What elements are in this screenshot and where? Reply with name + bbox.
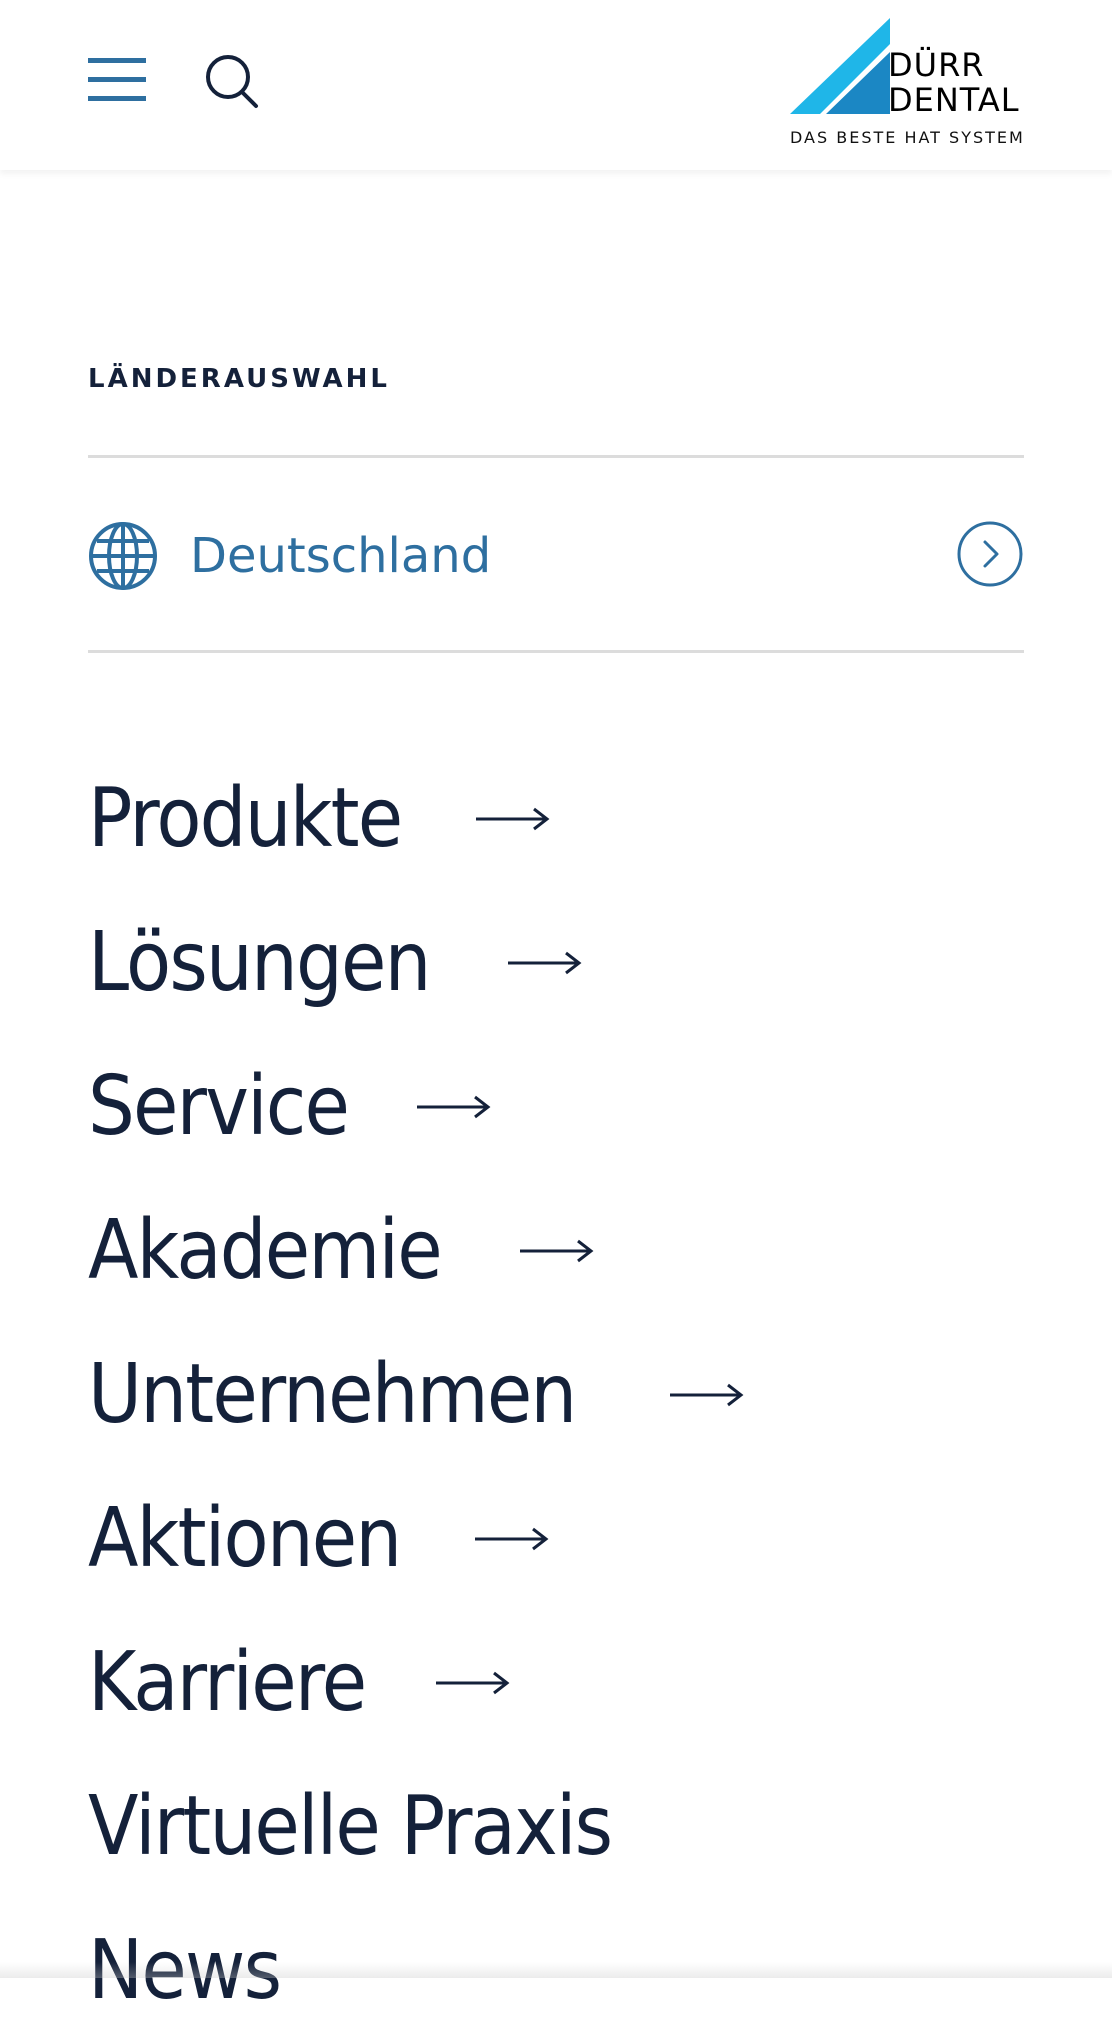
arrow-right-icon [475, 1527, 549, 1551]
country-section-label: LÄNDERAUSWAHL [88, 364, 390, 394]
nav-item-label: Produkte [88, 771, 403, 866]
nav-item-akademie[interactable]: Akademie [88, 1196, 594, 1306]
header: DÜRR DENTAL DAS BESTE HAT SYSTEM [0, 0, 1112, 170]
logo-word-dental: DENTAL [888, 81, 1020, 119]
menu-button[interactable] [86, 52, 150, 108]
logo-mark-icon [790, 18, 890, 114]
scroll-shadow [0, 1962, 1112, 1978]
chevron-right-circle-icon [957, 521, 1023, 587]
nav-item-virtuelle-praxis[interactable]: Virtuelle Praxis [88, 1772, 669, 1882]
nav-item-produkte[interactable]: Produkte [88, 764, 550, 874]
nav-item-label: Lösungen [88, 915, 431, 1010]
globe-icon [89, 522, 157, 590]
nav-item-aktionen[interactable]: Aktionen [88, 1484, 549, 1594]
nav-item-loesungen[interactable]: Lösungen [88, 908, 582, 1018]
arrow-right-icon [436, 1671, 510, 1695]
arrow-right-icon [476, 807, 550, 831]
arrow-right-icon [507, 951, 582, 975]
arrow-right-icon [520, 1239, 594, 1263]
nav-item-service[interactable]: Service [88, 1052, 491, 1162]
nav-item-karriere[interactable]: Karriere [88, 1628, 510, 1738]
logo-word-durr: DÜRR [888, 46, 985, 84]
nav-item-label: Karriere [88, 1635, 367, 1730]
nav-item-label: Aktionen [88, 1491, 402, 1586]
hamburger-menu-icon [88, 58, 146, 101]
search-button[interactable] [202, 52, 262, 112]
nav-item-label: Service [88, 1059, 350, 1154]
nav-item-label: Virtuelle Praxis [88, 1779, 613, 1874]
logo-tagline: DAS BESTE HAT SYSTEM [790, 128, 1025, 147]
country-selector[interactable]: Deutschland [88, 458, 1024, 650]
nav-item-label: Unternehmen [88, 1347, 577, 1442]
arrow-right-icon [417, 1095, 491, 1119]
nav-item-label: Akademie [88, 1203, 443, 1298]
search-icon [206, 55, 258, 108]
nav-item-unternehmen[interactable]: Unternehmen [88, 1340, 744, 1450]
divider [88, 650, 1024, 653]
logo[interactable]: DÜRR DENTAL DAS BESTE HAT SYSTEM [784, 18, 1030, 148]
arrow-right-icon [669, 1383, 744, 1407]
selected-country: Deutschland [190, 528, 492, 584]
